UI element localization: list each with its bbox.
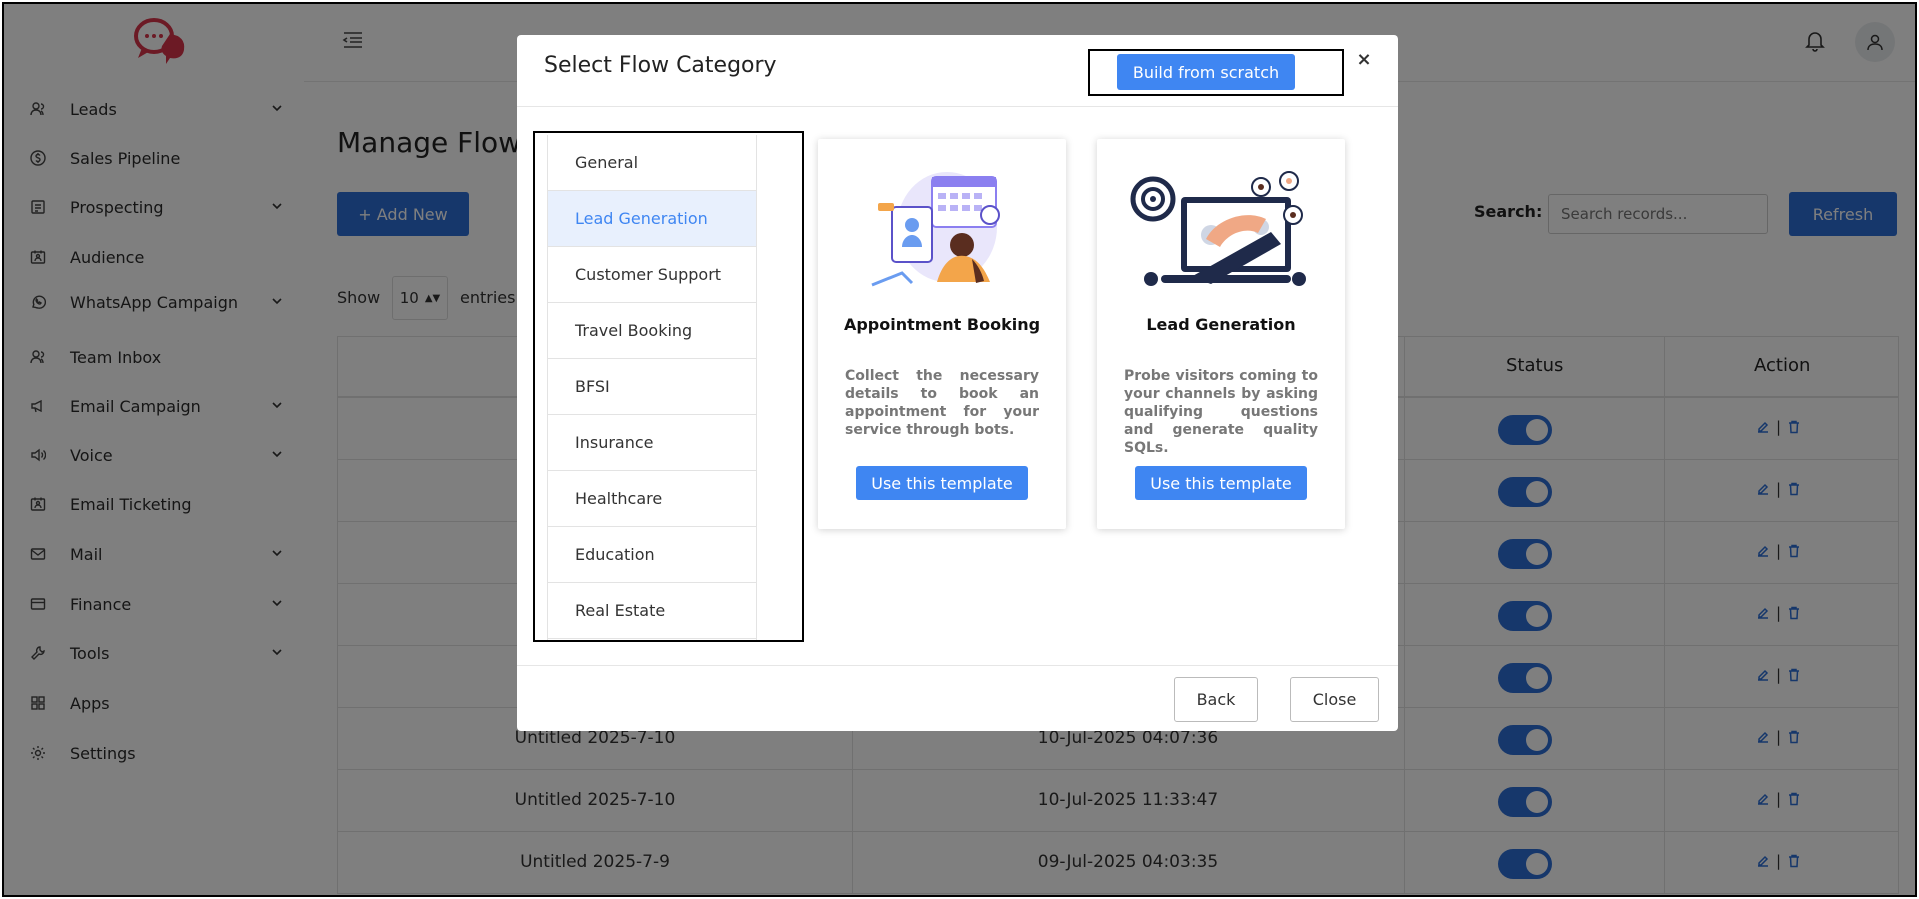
close-button[interactable]: Close bbox=[1290, 677, 1379, 722]
use-template-button[interactable]: Use this template bbox=[1135, 466, 1307, 500]
category-list-highlight: General Lead Generation Customer Support Tr… bbox=[533, 131, 804, 642]
app-frame: Leads Sales Pipeline Prospecting Audienc… bbox=[2, 2, 1917, 897]
lead-generation-illustration-icon bbox=[1130, 171, 1306, 286]
template-description: Probe visitors coming to your channels b… bbox=[1124, 368, 1318, 456]
template-description: Collect the necessary details to book an… bbox=[845, 368, 1039, 438]
category-item-customer-support[interactable]: Customer Support bbox=[548, 247, 756, 303]
category-item-education[interactable]: Education bbox=[548, 527, 756, 583]
close-icon[interactable]: × bbox=[1354, 49, 1374, 70]
category-item-bfsi[interactable]: BFSI bbox=[548, 359, 756, 415]
template-title: Lead Generation bbox=[1146, 315, 1296, 334]
divider bbox=[517, 665, 1398, 666]
category-item-lead-generation[interactable]: Lead Generation bbox=[548, 191, 756, 247]
category-item-healthcare[interactable]: Healthcare bbox=[548, 471, 756, 527]
modal-title: Select Flow Category bbox=[544, 53, 777, 78]
build-from-scratch-button[interactable]: Build from scratch bbox=[1117, 54, 1295, 90]
divider bbox=[517, 106, 1398, 107]
template-card-lead-generation: Lead Generation Probe visitors coming to… bbox=[1097, 139, 1345, 529]
category-item-insurance[interactable]: Insurance bbox=[548, 415, 756, 471]
build-from-scratch-highlight: Build from scratch bbox=[1088, 49, 1344, 96]
select-flow-category-modal: Select Flow Category Build from scratch … bbox=[517, 35, 1398, 731]
appointment-illustration-icon bbox=[871, 172, 1000, 287]
template-card-appointment-booking: Appointment Booking Collect the necessar… bbox=[818, 139, 1066, 529]
category-list: General Lead Generation Customer Support Tr… bbox=[547, 135, 757, 640]
template-title: Appointment Booking bbox=[843, 315, 1041, 334]
category-item-general[interactable]: General bbox=[548, 135, 756, 191]
use-template-button[interactable]: Use this template bbox=[856, 466, 1028, 500]
back-button[interactable]: Back bbox=[1174, 677, 1258, 722]
category-item-travel-booking[interactable]: Travel Booking bbox=[548, 303, 756, 359]
category-item-real-estate[interactable]: Real Estate bbox=[548, 583, 756, 639]
